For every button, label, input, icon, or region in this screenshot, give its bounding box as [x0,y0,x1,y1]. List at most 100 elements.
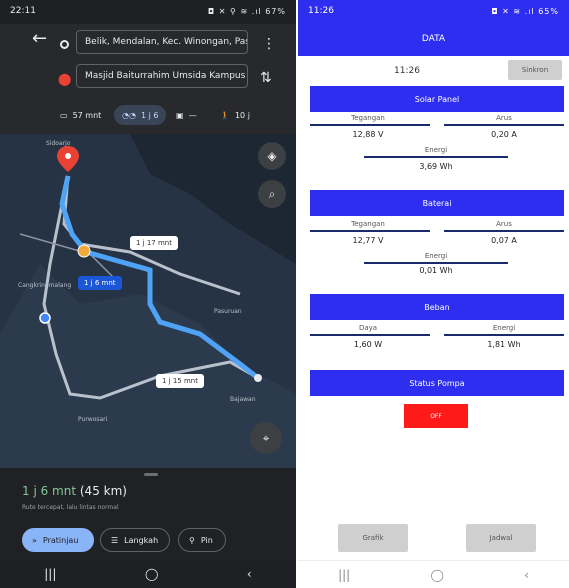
route-chip-primary[interactable]: 1 j 6 mnt [78,276,122,290]
divider [310,334,430,336]
recent-apps-icon[interactable]: ||| [44,567,56,581]
battery-current-label: Arus [496,220,512,228]
divider [444,334,564,336]
route-chip-alt1[interactable]: 1 j 17 mnt [130,236,178,250]
back-icon[interactable]: ‹ [524,568,529,582]
mode-walk-label: 10 j [234,110,250,120]
app-title: DATA [298,22,569,56]
divider [310,124,430,126]
status-icons: ◘ ✕ ≋ .ıl 65% [491,6,559,16]
eta-time: 1 j 6 mnt [22,484,77,498]
solar-voltage-label: Tegangan [351,114,385,122]
solar-current-label: Arus [496,114,512,122]
eta-summary: 1 j 6 mnt (45 km) [22,484,127,498]
list-icon: ☰ [111,535,119,545]
solar-panel-header: Solar Panel [310,86,564,112]
destination-field[interactable]: Masjid Baiturrahim Umsida Kampus 2 [76,64,248,88]
mode-motorbike-label: 1 j 6 [140,110,159,120]
divider [444,124,564,126]
solar-energy-value: 3,69 Wh [419,162,453,171]
divider [364,262,508,264]
pin-label: Pin [200,535,213,545]
route-card: ← Belik, Mendalan, Kec. Winongan, Pasu..… [0,24,296,134]
transit-icon: ▣ [176,110,184,120]
current-location-icon [39,312,51,324]
eta-subtitle: Rute tercepat, lalu lintas normal [22,504,119,511]
divider [310,230,430,232]
car-icon: ▭ [60,110,68,120]
route-end-dot-icon [254,374,262,382]
battery-voltage-value: 12,77 V [352,236,384,245]
mode-motorbike[interactable]: ◔◔ 1 j 6 [114,105,167,125]
mode-car-label: 57 mnt [72,110,102,120]
sheet-handle[interactable] [144,473,158,476]
preview-label: Pratinjau [42,535,79,545]
sync-button[interactable]: Sinkron [508,60,562,80]
map-label-cangkring: Cangkringmalang [18,282,72,289]
map-label-purwosari: Purwosari [78,416,108,423]
load-energy-value: 1,81 Wh [487,340,521,349]
map-label-pasuruan: Pasuruan [214,308,242,315]
preview-button[interactable]: » Pratinjau [22,528,94,552]
load-energy-label: Energi [492,324,516,332]
recent-apps-icon[interactable]: ||| [338,568,350,582]
status-bar: 11:26 ◘ ✕ ≋ .ıl 65% [298,0,569,22]
pump-status-header: Status Pompa [310,370,564,396]
search-icon[interactable]: ⌕ [258,180,286,208]
load-power-label: Daya [358,324,378,332]
destination-pin-icon: ⬤ [58,72,72,86]
walk-icon: 🚶 [220,110,230,120]
status-icons: ◘ ✕ ⚲ ≋ .ıl 67% [207,6,286,16]
mode-car[interactable]: ▭ 57 mnt [60,105,101,125]
pump-toggle-button[interactable]: OFF [404,404,468,428]
map-canvas [0,134,296,468]
divider [444,230,564,232]
load-power-value: 1,60 W [353,340,383,349]
system-nav-bar: ||| ◯ ‹ [0,560,296,588]
pin-button[interactable]: ⚲ Pin [178,528,226,552]
graph-button[interactable]: Grafik [338,524,408,552]
status-time: 22:11 [10,6,36,16]
back-arrow-icon[interactable]: ← [32,30,47,48]
origin-dot-icon [60,40,69,49]
steps-label: Langkah [124,535,159,545]
clock-text: 11:26 [394,66,420,76]
back-icon[interactable]: ‹ [247,567,252,581]
mode-walk[interactable]: 🚶 10 j [220,105,250,125]
recenter-icon[interactable]: ⌖ [250,422,282,454]
maps-screen: 22:11 ◘ ✕ ⚲ ≋ .ıl 67% ← Belik, Mendalan,… [0,0,296,588]
map-label-sidoarjo: Sidoarjo [46,140,71,147]
map-view[interactable]: Sidoarjo Cangkringmalang Pasuruan Bajawa… [0,134,296,468]
battery-voltage-label: Tegangan [351,220,385,228]
steps-button[interactable]: ☰ Langkah [100,528,170,552]
battery-current-value: 0,07 A [491,236,517,245]
status-time: 11:26 [308,6,334,16]
data-app-screen: 11:26 ◘ ✕ ≋ .ıl 65% DATA 11:26 Sinkron S… [298,0,569,588]
motorbike-icon: ◔◔ [122,110,136,120]
map-label-bajawan: Bajawan [230,396,256,403]
divider [364,156,508,158]
battery-energy-value: 0,01 Wh [419,266,453,275]
load-header: Beban [310,294,564,320]
pin-icon: ⚲ [189,535,195,545]
battery-energy-label: Energi [424,252,448,260]
status-bar: 22:11 ◘ ✕ ⚲ ≋ .ıl 67% [0,0,296,22]
chevrons-icon: » [32,535,37,545]
origin-field[interactable]: Belik, Mendalan, Kec. Winongan, Pasu... [76,30,248,54]
home-icon[interactable]: ◯ [145,567,158,581]
solar-voltage-value: 12,88 V [352,130,384,139]
fuel-poi-icon [77,244,91,258]
mode-transit[interactable]: ▣ — [176,105,197,125]
more-options-icon[interactable]: ⋮ [262,36,276,52]
battery-header: Baterai [310,190,564,216]
home-icon[interactable]: ◯ [430,568,443,582]
schedule-button[interactable]: Jadwal [466,524,536,552]
swap-icon[interactable]: ⇅ [260,70,272,86]
solar-current-value: 0,20 A [491,130,517,139]
layers-icon[interactable]: ◈ [258,142,286,170]
route-chip-alt2[interactable]: 1 j 15 mnt [156,374,204,388]
system-nav-bar: ||| ◯ ‹ [298,560,569,588]
mode-transit-label: — [188,110,197,120]
travel-modes: ▭ 57 mnt ◔◔ 1 j 6 ▣ — 🚶 10 j [0,102,296,128]
eta-distance: (45 km) [79,484,127,498]
